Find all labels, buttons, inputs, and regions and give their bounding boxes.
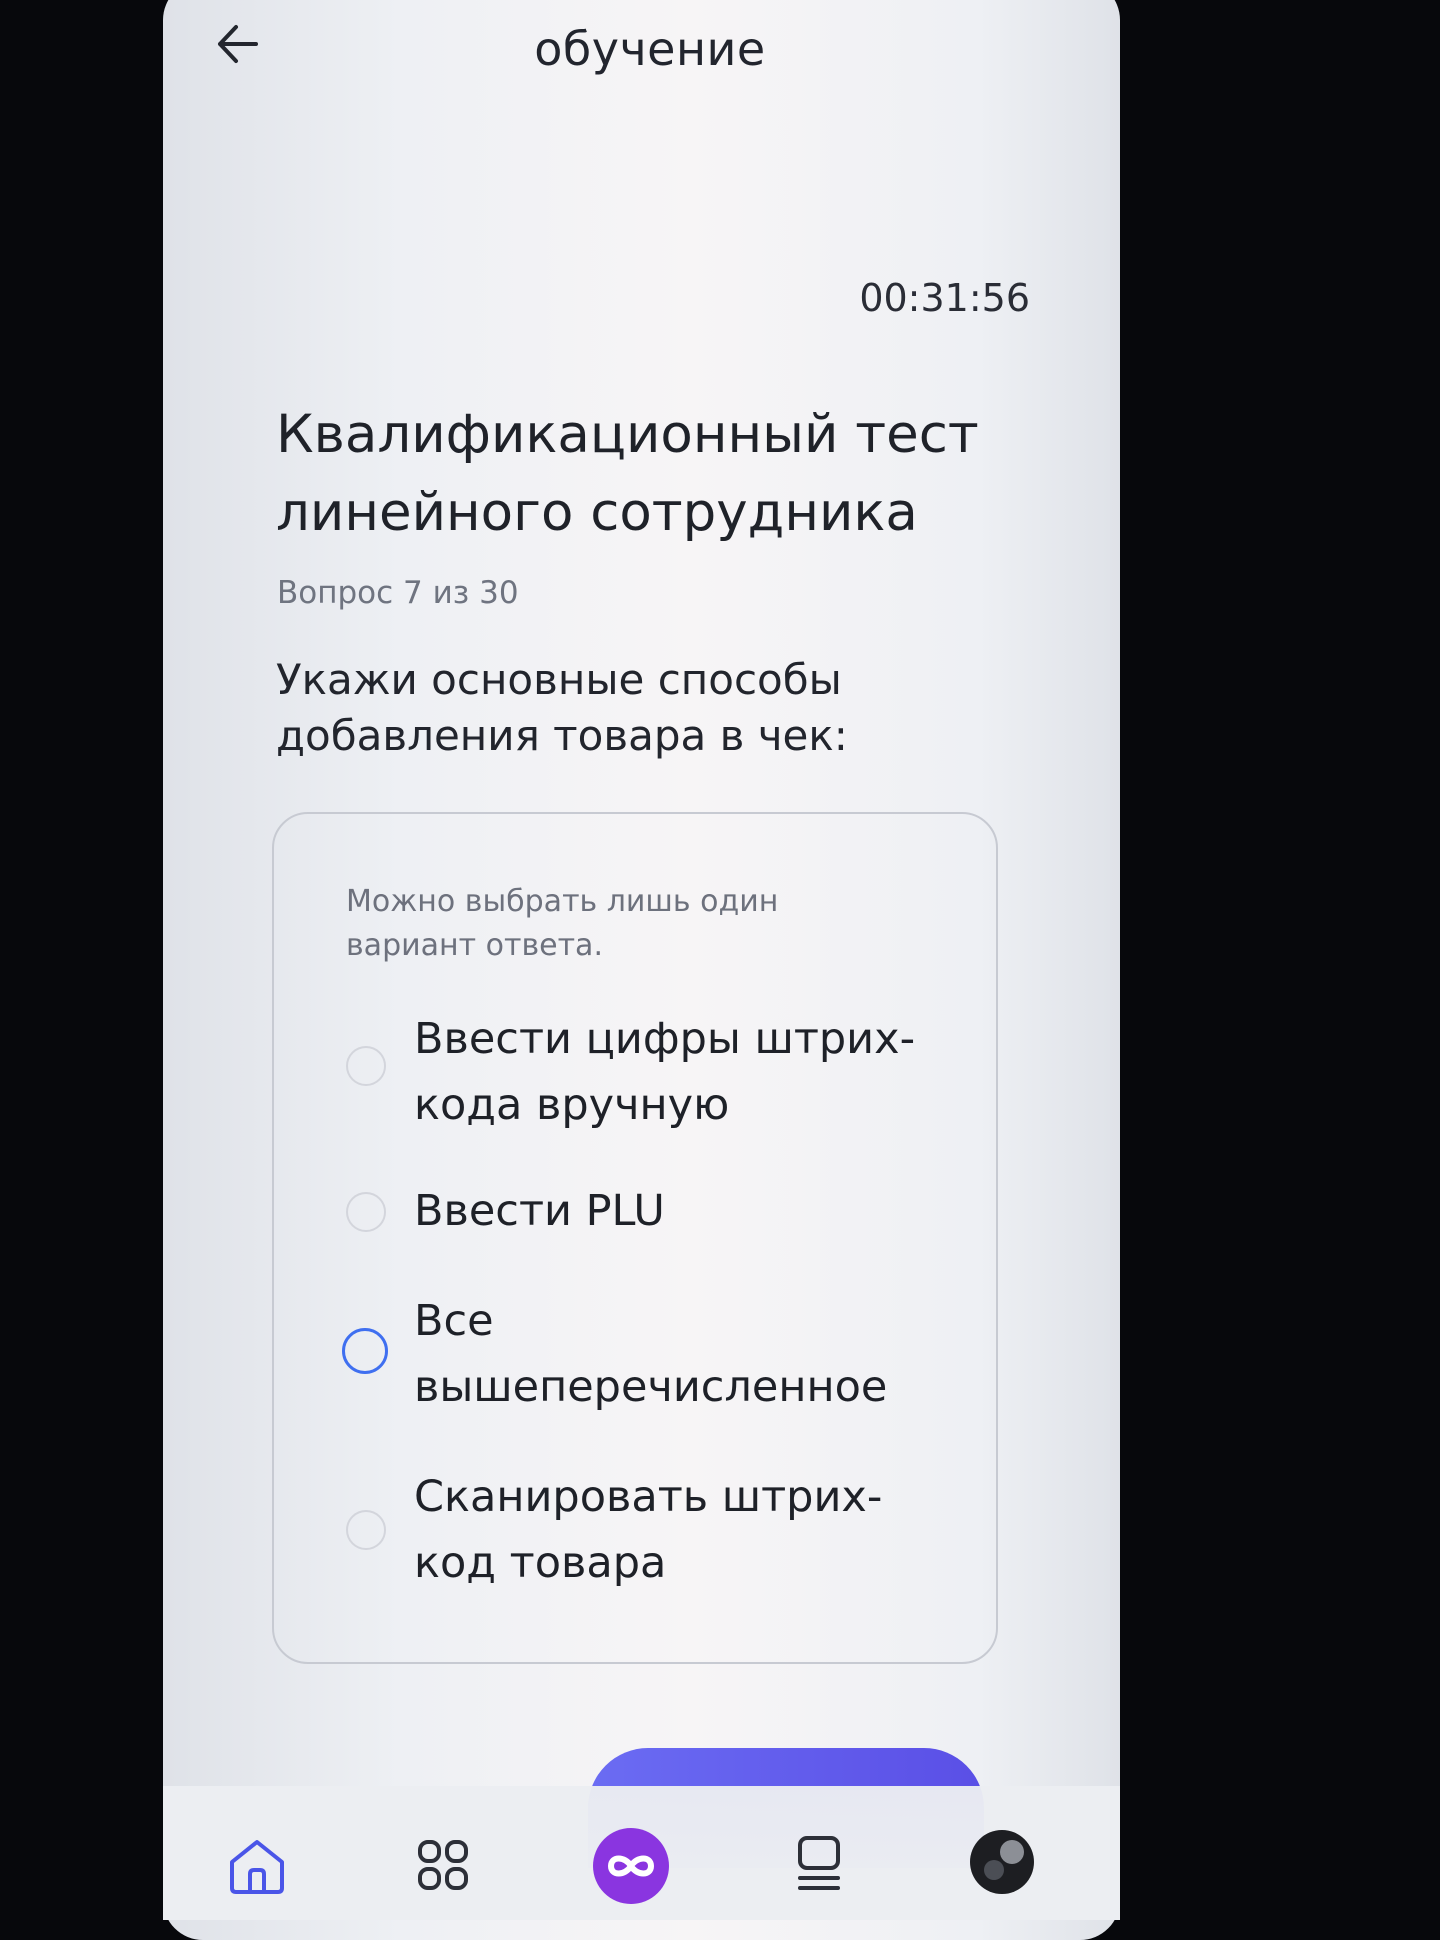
nav-catalog[interactable] <box>408 1830 478 1900</box>
nav-home[interactable] <box>222 1830 292 1900</box>
grid-icon <box>418 1840 468 1890</box>
radio-button[interactable] <box>342 1328 388 1374</box>
answer-option[interactable]: Ввести цифры штрих-кода вручную <box>336 1006 956 1138</box>
radio-button[interactable] <box>346 1046 386 1086</box>
list-icon <box>798 1836 840 1890</box>
answer-option[interactable]: Ввести PLU <box>336 1178 956 1244</box>
answer-option-label: Сканировать штрих-код товара <box>414 1472 883 1588</box>
answer-option-label: Ввести цифры штрих-кода вручную <box>414 1014 916 1130</box>
nav-learning[interactable] <box>591 1826 671 1906</box>
answer-option[interactable]: Все вышеперечисленное <box>336 1288 956 1420</box>
answer-option[interactable]: Сканировать штрих-код товара <box>336 1464 956 1596</box>
timer: 00:31:56 <box>859 276 1030 320</box>
avatar-icon <box>970 1830 1034 1894</box>
radio-button[interactable] <box>346 1510 386 1550</box>
answer-hint: Можно выбрать лишь один вариант ответа. <box>346 884 779 963</box>
arrow-left-icon <box>218 25 258 63</box>
nav-profile[interactable] <box>966 1826 1038 1898</box>
back-button[interactable] <box>212 18 264 70</box>
answer-option-label: Все вышеперечисленное <box>414 1296 888 1412</box>
app-title: обучение <box>534 22 766 76</box>
infinity-icon <box>593 1828 669 1904</box>
radio-button[interactable] <box>346 1192 386 1232</box>
nav-tasks[interactable] <box>784 1830 854 1900</box>
test-title: Квалификационный тест линейного сотрудни… <box>276 404 979 543</box>
question-counter: Вопрос 7 из 30 <box>277 575 519 611</box>
answer-option-label: Ввести PLU <box>414 1186 665 1236</box>
question-text: Укажи основные способы добавления товара… <box>276 655 848 760</box>
home-icon <box>230 1840 284 1894</box>
